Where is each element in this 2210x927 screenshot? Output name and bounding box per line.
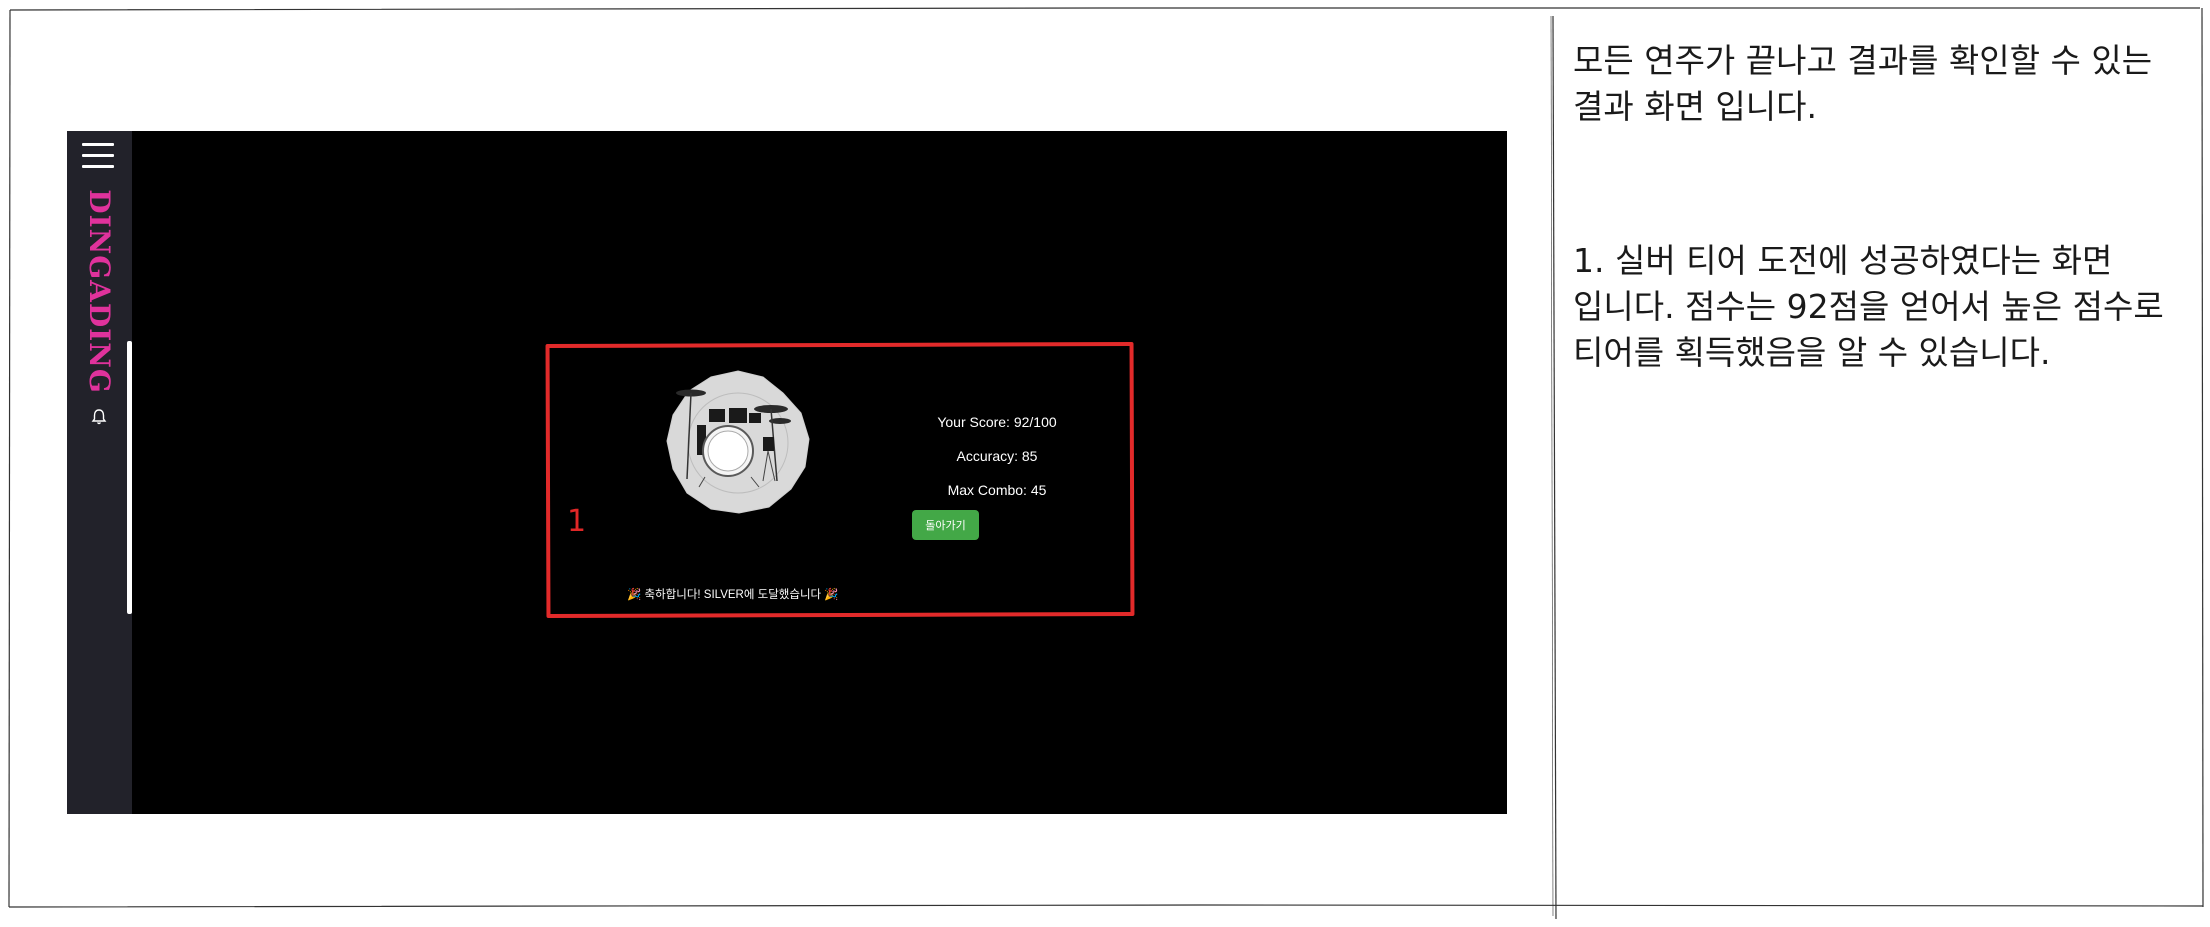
description-intro: 모든 연주가 끝나고 결과를 확인할 수 있는 결과 화면 입니다. bbox=[1573, 41, 2153, 126]
result-panel: Your Score: 92/100 Accuracy: 85 Max Comb… bbox=[67, 131, 1507, 814]
annotation-box bbox=[545, 341, 1135, 619]
description-panel: 모든 연주가 끝나고 결과를 확인할 수 있는 결과 화면 입니다. 1. 실버… bbox=[1573, 38, 2195, 376]
app-screenshot: DINGADING Your Score: 92/100 Accuracy: 8… bbox=[67, 131, 1507, 814]
description-item-1: 1. 실버 티어 도전에 성공하였다는 화면 입니다. 점수는 92점을 얻어서… bbox=[1573, 241, 2164, 372]
annotation-number: 1 bbox=[567, 504, 587, 539]
